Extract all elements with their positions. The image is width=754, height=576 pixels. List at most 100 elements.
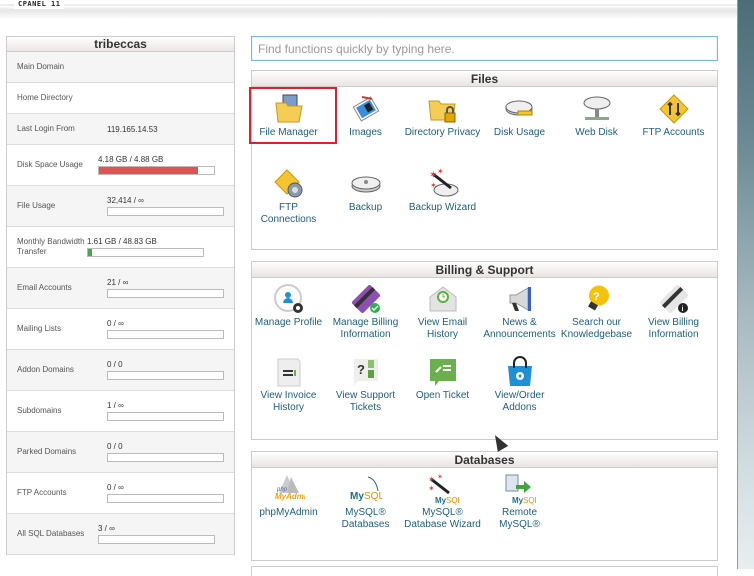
feature-mysql-databases[interactable]: My SQL MySQL® Databases bbox=[327, 473, 404, 531]
disk-usage-icon bbox=[504, 93, 536, 125]
stat-value: 4.18 GB / 4.88 GB bbox=[98, 155, 164, 164]
images-icon bbox=[350, 93, 382, 125]
feature-open-ticket[interactable]: Open Ticket bbox=[404, 356, 481, 402]
stat-label: Home Directory bbox=[17, 93, 73, 102]
svg-text:✶: ✶ bbox=[428, 475, 435, 484]
ftp-connections-icon bbox=[273, 168, 305, 200]
directory-privacy-icon bbox=[427, 93, 459, 125]
feature-label: Disk Usage bbox=[493, 127, 546, 138]
svg-text:MyAdmin: MyAdmin bbox=[275, 492, 305, 501]
feature-label: Open Ticket bbox=[415, 390, 470, 401]
feature-mysql-database-wizard[interactable]: ✶✶✶MySQLMySQL® Database Wizard bbox=[404, 473, 481, 531]
usage-bar bbox=[107, 289, 224, 298]
manage-billing-icon bbox=[350, 283, 382, 315]
feature-web-disk[interactable]: Web Disk bbox=[558, 93, 635, 139]
usage-bar-fill bbox=[99, 167, 198, 174]
feature-phpmyadmin[interactable]: phpMyAdmin phpMyAdmin bbox=[250, 473, 327, 519]
usage-bar bbox=[98, 535, 215, 544]
feature-label: Web Disk bbox=[575, 127, 618, 138]
usage-bar bbox=[107, 371, 224, 380]
feature-label: Backup bbox=[348, 202, 383, 213]
stat-row: Main Domain bbox=[7, 52, 234, 83]
usage-bar bbox=[107, 494, 224, 503]
feature-label: View Billing Information bbox=[648, 317, 699, 340]
databases-section-title: Databases bbox=[252, 452, 717, 468]
cpanel-logo: CPANEL 11 bbox=[14, 0, 65, 9]
stat-row: FTP Accounts 0 / ∞ bbox=[7, 473, 234, 514]
stat-row: Subdomains 1 / ∞ bbox=[7, 391, 234, 432]
stat-row: File Usage 32,414 / ∞ bbox=[7, 186, 234, 227]
feature-images[interactable]: Images bbox=[327, 93, 404, 139]
stat-label: All SQL Databases bbox=[17, 529, 85, 538]
feature-label: Manage Profile bbox=[254, 317, 323, 328]
svg-text:✶: ✶ bbox=[428, 484, 435, 493]
feature-backup[interactable]: Backup bbox=[327, 168, 404, 214]
billing-support-section: Billing & Support Manage Profile Manage B… bbox=[251, 261, 718, 440]
feature-label: MySQL® Database Wizard bbox=[404, 507, 481, 530]
mysql-wizard-icon: ✶✶✶MySQL bbox=[427, 473, 463, 505]
stat-value: 119.165.14.53 bbox=[107, 124, 158, 134]
feature-backup-wizard[interactable]: ✶ ✶ ✶ Backup Wizard bbox=[404, 167, 481, 214]
feature-label: View/Order Addons bbox=[494, 390, 545, 413]
stat-label: File Usage bbox=[17, 201, 56, 210]
feature-label: MySQL® Databases bbox=[341, 507, 390, 530]
svg-text:My: My bbox=[512, 496, 524, 505]
feature-label: Backup Wizard bbox=[408, 202, 477, 213]
stat-label: Main Domain bbox=[17, 62, 65, 71]
feature-manage-profile[interactable]: Manage Profile bbox=[250, 283, 327, 329]
svg-text:?: ? bbox=[357, 362, 365, 377]
feature-view-email-history[interactable]: View Email History bbox=[404, 283, 481, 341]
manage-profile-icon bbox=[273, 283, 305, 315]
stat-label: FTP Accounts bbox=[17, 488, 67, 497]
usage-bar bbox=[107, 207, 224, 216]
stats-panel: tribeccas Main Domain Home Directory Last … bbox=[6, 36, 235, 555]
svg-text:SQL: SQL bbox=[364, 491, 382, 502]
feature-view-invoice-history[interactable]: View Invoice History bbox=[250, 356, 327, 414]
stat-label: Subdomains bbox=[17, 406, 62, 415]
ftp-accounts-icon bbox=[658, 93, 690, 125]
backup-wizard-icon: ✶ ✶ ✶ bbox=[427, 167, 459, 200]
invoice-icon bbox=[273, 356, 305, 388]
addons-bag-icon bbox=[504, 356, 536, 388]
svg-text:✶: ✶ bbox=[437, 473, 443, 481]
mysql-icon: My SQL bbox=[350, 473, 384, 505]
stat-row: Email Accounts 21 / ∞ bbox=[7, 268, 234, 309]
feature-label: Remote MySQL® bbox=[499, 507, 540, 530]
feature-news-announcements[interactable]: News & Announcements bbox=[481, 283, 558, 341]
files-section: Files File Manager Images Directory Privac… bbox=[249, 70, 718, 250]
stat-value: 32,414 / ∞ bbox=[107, 196, 144, 205]
feature-label: View Email History bbox=[417, 317, 468, 340]
svg-text:i: i bbox=[681, 306, 683, 313]
open-ticket-icon bbox=[427, 356, 459, 388]
stat-value: 3 / ∞ bbox=[98, 524, 115, 533]
feature-view-order-addons[interactable]: View/Order Addons bbox=[481, 356, 558, 414]
feature-label: Search our Knowledgebase bbox=[560, 317, 633, 340]
stat-value: 0 / ∞ bbox=[107, 319, 124, 328]
email-history-icon bbox=[427, 283, 459, 315]
quick-search-input[interactable] bbox=[251, 36, 718, 61]
stat-row: Parked Domains 0 / 0 bbox=[7, 432, 234, 473]
feature-view-billing-information[interactable]: i View Billing Information bbox=[635, 283, 712, 341]
feature-ftp-accounts[interactable]: FTP Accounts bbox=[635, 93, 712, 139]
feature-label: FTP Accounts bbox=[642, 127, 705, 138]
support-tickets-icon: ? bbox=[350, 356, 382, 388]
svg-text:SQL: SQL bbox=[446, 496, 459, 505]
feature-disk-usage[interactable]: Disk Usage bbox=[481, 93, 558, 139]
billing-info-icon: i bbox=[658, 283, 690, 315]
stat-label: Disk Space Usage bbox=[17, 160, 83, 169]
remote-mysql-icon: MySQL bbox=[504, 473, 539, 505]
stat-row: Monthly Bandwidth Transfer 1.61 GB / 48.8… bbox=[7, 227, 234, 268]
window-edge bbox=[737, 0, 754, 569]
feature-directory-privacy[interactable]: Directory Privacy bbox=[404, 93, 481, 139]
feature-ftp-connections[interactable]: FTP Connections bbox=[250, 168, 327, 226]
feature-view-support-tickets[interactable]: ? View Support Tickets bbox=[327, 356, 404, 414]
feature-remote-mysql[interactable]: MySQLRemote MySQL® bbox=[481, 473, 558, 531]
svg-text:✶: ✶ bbox=[430, 181, 437, 190]
stat-value: 1.61 GB / 48.83 GB bbox=[87, 237, 157, 246]
feature-label: View Invoice History bbox=[260, 390, 317, 413]
feature-label: View Support Tickets bbox=[335, 390, 396, 413]
feature-manage-billing-information[interactable]: Manage Billing Information bbox=[327, 283, 404, 341]
feature-search-our-knowledgebase[interactable]: ? Search our Knowledgebase bbox=[558, 283, 635, 341]
feature-label: Directory Privacy bbox=[404, 127, 481, 138]
stat-label: Monthly Bandwidth Transfer bbox=[17, 237, 85, 256]
